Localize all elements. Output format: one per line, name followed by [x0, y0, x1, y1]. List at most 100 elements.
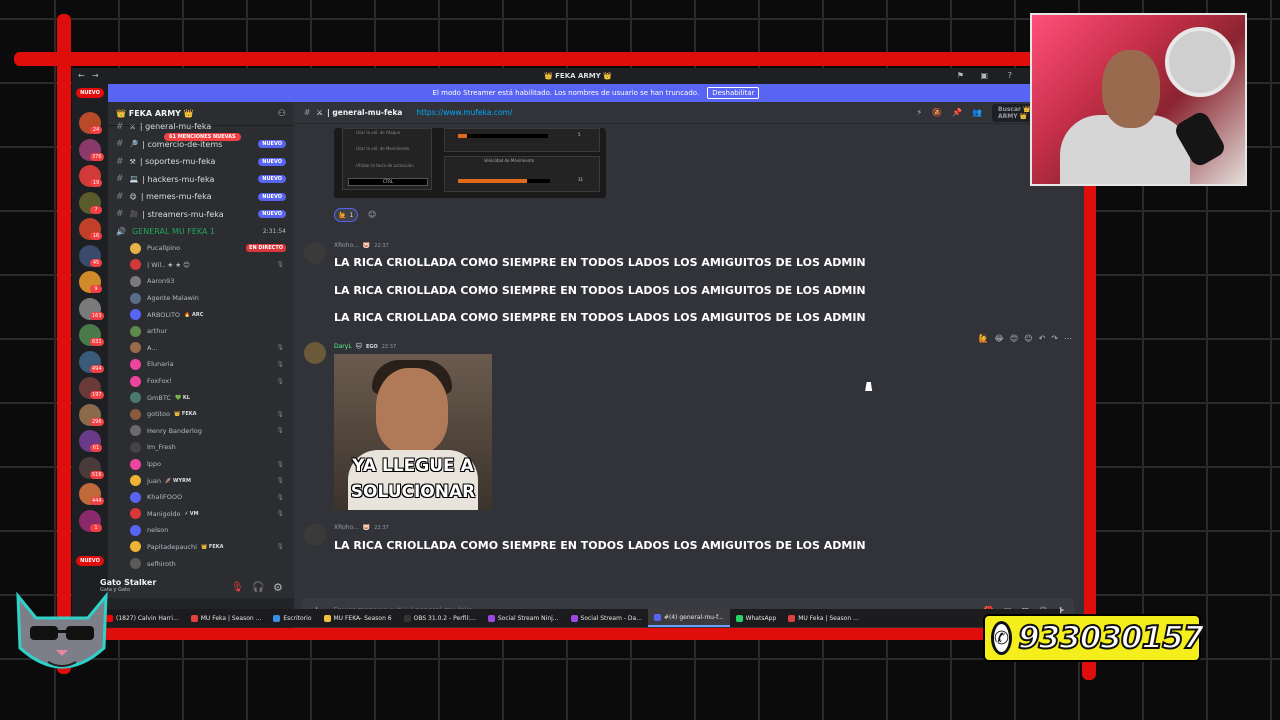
- taskbar-label: MU Feka | Season ...: [798, 614, 859, 622]
- channel-topic-link[interactable]: https://www.mufeka.com/: [416, 108, 512, 117]
- avatar: [130, 441, 141, 453]
- taskbar-item[interactable]: Social Stream Ninj...: [482, 609, 565, 627]
- voice-user[interactable]: Elunaria 🎙: [108, 356, 294, 373]
- taskbar-item[interactable]: WhatsApp: [730, 609, 783, 627]
- taskbar-label: Social Stream - Da...: [580, 614, 642, 622]
- taskbar-item[interactable]: Social Stream - Da...: [565, 609, 648, 627]
- reaction-icon[interactable]: 🙋: [979, 334, 989, 343]
- server-mention-badge: 296: [90, 417, 104, 426]
- voice-user-name: A...: [147, 343, 158, 352]
- voice-user[interactable]: FoxFox! 🎙: [108, 373, 294, 390]
- avatar: [130, 342, 141, 354]
- voice-user-name: gotitoo: [147, 410, 170, 419]
- timestamp: 22:37: [374, 524, 389, 531]
- channel-emoji: ⚔: [129, 122, 136, 131]
- hash-icon: #: [116, 139, 124, 150]
- mute-icon[interactable]: 🎙: [231, 582, 244, 593]
- voice-user[interactable]: lppo 🎙: [108, 456, 294, 473]
- muted-mic-icon: 🎙: [276, 410, 284, 418]
- reaction-count: 1: [349, 211, 354, 219]
- help-icon[interactable]: ?: [1008, 71, 1012, 80]
- taskbar-item[interactable]: MU Feka | Season ...: [782, 609, 865, 627]
- voice-user[interactable]: ARBOLITO 🔥 ARC: [108, 306, 294, 323]
- more-icon[interactable]: ⋯: [1064, 334, 1072, 343]
- add-reaction-icon[interactable]: ☺: [368, 210, 376, 219]
- add-reaction-icon[interactable]: ☺: [1024, 334, 1032, 343]
- muted-mic-icon: 🎙: [276, 460, 284, 468]
- deafen-icon[interactable]: 🎧: [252, 582, 264, 593]
- settings-label: Usar la vel. de Ataque: [356, 130, 401, 135]
- avatar[interactable]: [304, 342, 326, 364]
- taskbar-item[interactable]: MU Feka | Season ...: [185, 609, 268, 627]
- meme-image[interactable]: YA LLEGUE A SOLUCIONAR: [334, 354, 492, 510]
- settings-screenshot-attachment[interactable]: Usar la vel. de Ataque Usar la vel. de M…: [334, 128, 606, 198]
- author-name[interactable]: DaryL: [334, 343, 352, 350]
- voice-user[interactable]: Aaron93: [108, 273, 294, 290]
- threads-icon[interactable]: ⚡: [916, 108, 922, 117]
- forward-arrow-icon[interactable]: →: [92, 71, 99, 80]
- forward-icon[interactable]: ↷: [1051, 334, 1058, 343]
- taskbar-item[interactable]: #(4) general-mu-f...: [647, 609, 730, 627]
- channel-emoji: 🔎: [129, 140, 139, 149]
- new-badge-top[interactable]: NUEVO: [76, 88, 104, 98]
- channel-hackers-mu-feka[interactable]: # 💻 | hackers-mu-feka NUEVO: [108, 171, 294, 189]
- avatar[interactable]: [304, 242, 326, 264]
- meme-caption-top: YA LLEGUE A: [352, 456, 474, 476]
- voice-user[interactable]: | Wil.. ★ ★ 😊 🎙: [108, 257, 294, 274]
- voice-user[interactable]: Henry Banderlog 🎙: [108, 423, 294, 440]
- voice-user[interactable]: A... 🎙: [108, 340, 294, 357]
- taskbar-item[interactable]: Escritorio: [267, 609, 317, 627]
- voice-user-name: Henry Banderlog: [147, 426, 202, 435]
- channel-memes-mu-feka[interactable]: # 😋 | memes-mu-feka NUEVO: [108, 188, 294, 206]
- voice-user[interactable]: Papitadepauchi 👑 FEKA 🎙: [108, 539, 294, 556]
- server-mention-badge: 516: [90, 470, 104, 479]
- voice-user[interactable]: Manigoldo ⚡ VM 🎙: [108, 506, 294, 523]
- flag-icon[interactable]: ⚑: [957, 71, 964, 80]
- notification-icon[interactable]: 🔕: [932, 108, 942, 117]
- channel-general-mu-feka[interactable]: # ⚔ | general-mu-feka: [108, 118, 294, 136]
- taskbar-item[interactable]: OBS 31.0.2 - Perfil:...: [398, 609, 482, 627]
- reaction-icon[interactable]: 😊: [1010, 334, 1018, 343]
- voice-user[interactable]: juan 🚀 WYRM 🎙: [108, 472, 294, 489]
- discord-window: ← → 👑 FEKA ARMY 👑 ⚑ ▣ ? NUEVO 24 376 19 7 16…: [72, 68, 1084, 628]
- reply-icon[interactable]: ↶: [1039, 334, 1046, 343]
- back-arrow-icon[interactable]: ←: [78, 71, 85, 80]
- voice-channel[interactable]: 🔊 GENERAL MU FEKA 1 2:31:54: [108, 223, 294, 240]
- new-badge-bottom[interactable]: NUEVO: [76, 556, 104, 566]
- reaction-icon[interactable]: 😂: [995, 334, 1004, 343]
- voice-user[interactable]: KhaliFOOO 🎙: [108, 489, 294, 506]
- channel-comercio-de-items[interactable]: # 🔎 | comercio-de-items NUEVO: [108, 136, 294, 154]
- new-badge: NUEVO: [258, 140, 286, 149]
- voice-user-name: arthur: [147, 327, 168, 336]
- muted-mic-icon: 🎙: [276, 543, 284, 551]
- voice-user[interactable]: Im_Fresh: [108, 439, 294, 456]
- avatar[interactable]: [304, 524, 326, 546]
- voice-user-name: ARBOLITO: [147, 310, 181, 319]
- voice-user[interactable]: sefhiroth: [108, 555, 294, 572]
- voice-user[interactable]: Pucallpino EN DIRECTO: [108, 240, 294, 257]
- server-mention-badge: 24: [90, 126, 102, 134]
- user-settings-gear-icon[interactable]: ⚙: [273, 581, 283, 594]
- voice-user[interactable]: nelson: [108, 522, 294, 539]
- taskbar-item[interactable]: MU FEKA- Season 6: [318, 609, 398, 627]
- add-friend-icon[interactable]: ⚇: [278, 109, 286, 119]
- author-name[interactable]: XRoho...: [334, 524, 359, 531]
- members-icon[interactable]: 👥: [972, 108, 982, 117]
- hash-icon: #: [116, 209, 124, 220]
- voice-user[interactable]: Agente Malawin: [108, 290, 294, 307]
- pin-icon[interactable]: 📌: [952, 108, 962, 117]
- inbox-icon[interactable]: ▣: [980, 71, 988, 80]
- channel-soportes-mu-feka[interactable]: # ⚒ | soportes-mu-feka NUEVO: [108, 153, 294, 171]
- voice-user-name: | Wil.. ★ ★ 😊: [147, 260, 190, 269]
- disable-streamer-button[interactable]: Deshabilitar: [707, 87, 760, 99]
- reaction-chip[interactable]: 🙋 1: [334, 208, 359, 222]
- muted-mic-icon: 🎙: [276, 261, 284, 269]
- channel-streamers-mu-feka[interactable]: # 🎥 | streamers-mu-feka NUEVO: [108, 206, 294, 224]
- avatar: [130, 358, 141, 370]
- frame-left-bar: [57, 14, 71, 674]
- author-name[interactable]: XRoho...: [334, 242, 359, 249]
- voice-user[interactable]: GmBTC 💚 KL: [108, 389, 294, 406]
- voice-user[interactable]: gotitoo 👑 FEKA 🎙: [108, 406, 294, 423]
- voice-user[interactable]: arthur: [108, 323, 294, 340]
- voice-user-name: sefhiroth: [147, 559, 176, 568]
